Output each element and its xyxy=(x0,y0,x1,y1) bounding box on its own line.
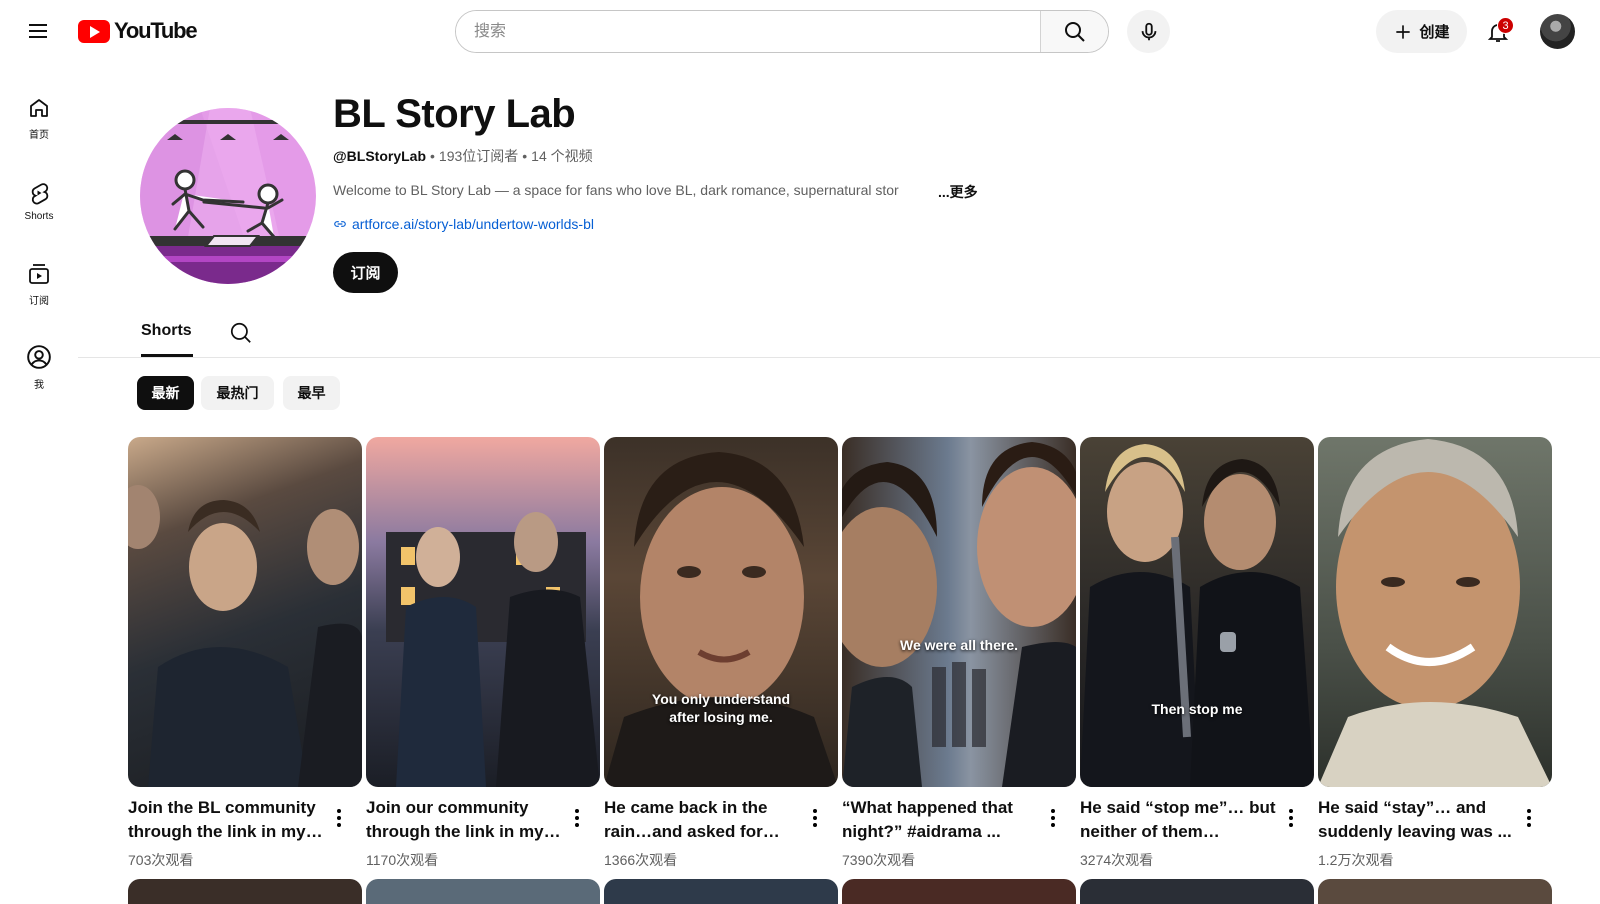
channel-description[interactable]: Welcome to BL Story Lab — a space for fa… xyxy=(333,182,978,202)
short-thumbnail[interactable]: We were all there. xyxy=(842,437,1076,787)
create-label: 创建 xyxy=(1419,24,1450,41)
dot-separator: • xyxy=(430,148,435,164)
short-caption: We were all there. xyxy=(899,637,1018,653)
short-thumbnail[interactable] xyxy=(604,879,838,904)
short-views: 3274次观看 xyxy=(1080,852,1154,868)
description-text: Welcome to BL Story Lab — a space for fa… xyxy=(333,182,899,198)
subscribe-button[interactable]: 订阅 xyxy=(333,252,398,293)
subscriptions-icon xyxy=(29,263,49,284)
short-thumbnail[interactable] xyxy=(366,437,600,787)
short-thumbnail[interactable] xyxy=(128,437,362,787)
more-vert-icon xyxy=(575,809,579,827)
more-vert-icon xyxy=(337,809,341,827)
voice-search-button[interactable] xyxy=(1127,10,1170,53)
guide-item-shorts[interactable]: Shorts xyxy=(0,166,78,236)
search-button[interactable] xyxy=(1040,11,1108,52)
short-views: 7390次观看 xyxy=(842,852,916,868)
guide-label: 首页 xyxy=(29,129,49,141)
youtube-logo[interactable]: YouTube xyxy=(78,18,198,44)
more-vert-icon xyxy=(813,809,817,827)
microphone-icon xyxy=(1141,22,1156,40)
short-title[interactable]: He said “stop me”… but neither of them w… xyxy=(1080,796,1276,844)
menu-button[interactable] xyxy=(18,11,58,51)
short-thumbnail[interactable]: Then stop me xyxy=(1080,437,1314,787)
chip-popular[interactable]: 最热门 xyxy=(201,376,274,410)
short-views: 703次观看 xyxy=(128,852,194,868)
short-thumbnail[interactable] xyxy=(128,879,362,904)
short-thumbnail[interactable] xyxy=(1080,879,1314,904)
you-icon xyxy=(27,344,51,369)
youtube-play-icon xyxy=(78,19,110,43)
channel-name: BL Story Lab xyxy=(333,92,576,136)
short-thumbnail[interactable] xyxy=(842,879,1076,904)
shorts-icon xyxy=(31,182,49,204)
subscriber-count: 193位订阅者 xyxy=(438,148,519,164)
dot-separator: • xyxy=(522,148,528,164)
tabs-divider xyxy=(78,357,1600,358)
create-button[interactable]: 创建 xyxy=(1376,10,1467,53)
channel-link[interactable]: artforce.ai/story-lab/undertow-worlds-bl xyxy=(333,216,594,232)
more-actions-button[interactable] xyxy=(1279,806,1303,830)
tab-shorts[interactable]: Shorts xyxy=(141,322,192,340)
menu-icon xyxy=(29,24,47,38)
description-more[interactable]: ...更多 xyxy=(938,182,978,202)
search-icon xyxy=(1064,21,1085,42)
notifications-button[interactable] xyxy=(1476,10,1519,53)
search-icon xyxy=(230,322,251,343)
guide-item-home[interactable]: 首页 xyxy=(0,83,78,153)
short-title[interactable]: He came back in the rain…and asked for o… xyxy=(604,796,800,844)
guide-item-subscriptions[interactable]: 订阅 xyxy=(0,249,78,319)
short-thumbnail[interactable] xyxy=(1318,879,1552,904)
short-title[interactable]: “What happened that night?” #aidrama ... xyxy=(842,796,1038,844)
chip-latest[interactable]: 最新 xyxy=(137,376,194,410)
search-box xyxy=(455,10,1109,53)
channel-avatar xyxy=(140,108,316,284)
channel-meta: @BLStoryLab • 193位订阅者 • 14 个视频 xyxy=(333,146,593,166)
chip-oldest[interactable]: 最早 xyxy=(283,376,340,410)
account-avatar[interactable] xyxy=(1540,14,1575,49)
more-actions-button[interactable] xyxy=(803,806,827,830)
guide-item-you[interactable]: 我 xyxy=(0,332,78,402)
short-caption: You only understand after losing me. xyxy=(651,691,791,725)
short-views: 1170次观看 xyxy=(366,852,439,868)
plus-icon xyxy=(1396,24,1411,39)
more-actions-button[interactable] xyxy=(565,806,589,830)
search-input[interactable] xyxy=(456,11,1040,52)
guide-label: Shorts xyxy=(24,210,54,222)
guide-label: 订阅 xyxy=(29,295,49,307)
more-actions-button[interactable] xyxy=(1517,806,1541,830)
more-vert-icon xyxy=(1051,809,1055,827)
more-actions-button[interactable] xyxy=(327,806,351,830)
channel-link-text: artforce.ai/story-lab/undertow-worlds-bl xyxy=(352,216,594,232)
guide-label: 我 xyxy=(34,379,44,391)
short-title[interactable]: Join the BL community through the link i… xyxy=(128,796,324,844)
channel-handle: @BLStoryLab xyxy=(333,148,426,164)
channel-search-button[interactable] xyxy=(228,320,254,351)
short-thumbnail[interactable]: You only understand after losing me. xyxy=(604,437,838,787)
home-icon xyxy=(30,98,48,117)
more-actions-button[interactable] xyxy=(1041,806,1065,830)
link-icon xyxy=(334,221,346,227)
short-thumbnail[interactable] xyxy=(1318,437,1552,787)
short-title[interactable]: He said “stay”… and suddenly leaving was… xyxy=(1318,796,1514,844)
short-thumbnail[interactable] xyxy=(366,879,600,904)
short-views: 1366次观看 xyxy=(604,852,678,868)
short-views: 1.2万次观看 xyxy=(1318,852,1394,868)
short-title[interactable]: Join our community through the link in m… xyxy=(366,796,562,844)
short-caption: Then stop me xyxy=(1151,701,1243,717)
video-count: 14 个视频 xyxy=(531,148,593,164)
notification-badge: 3 xyxy=(1497,17,1514,34)
more-vert-icon xyxy=(1527,809,1531,827)
more-vert-icon xyxy=(1289,809,1293,827)
